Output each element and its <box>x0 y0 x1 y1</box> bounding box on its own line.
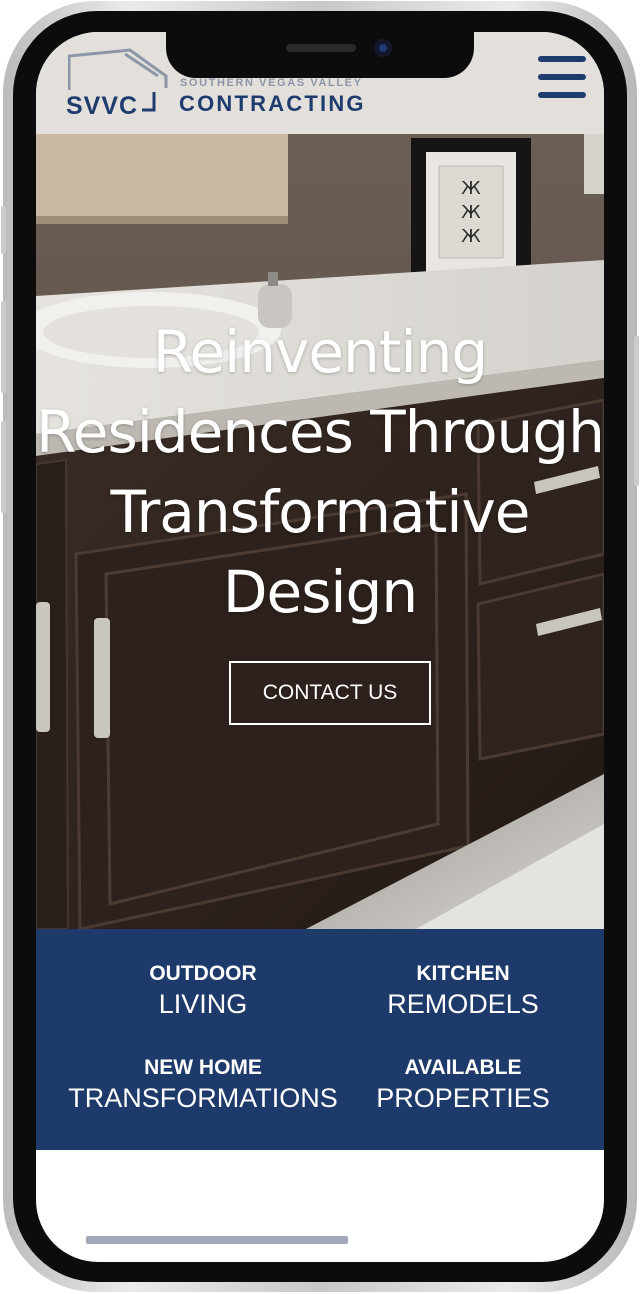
service-outdoor-living-link[interactable]: OUTDOOR LIVING <box>66 961 340 1021</box>
phone-screen: SVVC SOUTHERN VEGAS VALLEY CONTRACTING Ж… <box>36 32 604 1262</box>
service-new-home-transformations-link[interactable]: NEW HOME TRANSFORMATIONS <box>60 1055 346 1115</box>
phone-power-button <box>634 336 639 486</box>
svg-text:Ж: Ж <box>461 202 481 223</box>
service-title-bold: AVAILABLE <box>404 1056 522 1079</box>
phone-volume-down-button <box>1 421 6 513</box>
front-camera-icon <box>374 39 392 57</box>
service-title-bold: OUTDOOR <box>149 962 257 985</box>
phone-side-button <box>1 206 6 254</box>
service-title-light: TRANSFORMATIONS <box>68 1083 338 1113</box>
hero-headline-line: Transformative <box>110 478 531 546</box>
service-title-light: LIVING <box>158 989 248 1019</box>
hero-headline: Reinventing Residences Through Transform… <box>36 312 604 632</box>
hero-section: Ж Ж Ж Reinventing Residences Through Tra… <box>36 134 604 929</box>
services-section: OUTDOOR LIVING KITCHEN REMODELS NEW HOME… <box>36 929 604 1150</box>
contact-us-button[interactable]: CONTACT US <box>229 661 431 725</box>
hero-headline-line: Reinventing <box>152 318 488 386</box>
service-title-light: PROPERTIES <box>376 1083 550 1113</box>
svg-text:Ж: Ж <box>461 226 481 247</box>
service-kitchen-remodels-link[interactable]: KITCHEN REMODELS <box>336 961 590 1021</box>
service-title-light: REMODELS <box>387 989 539 1019</box>
home-indicator[interactable] <box>86 1236 348 1244</box>
logo-name: CONTRACTING <box>179 91 366 116</box>
speaker-grille <box>286 44 356 52</box>
hamburger-menu-icon[interactable] <box>534 54 590 100</box>
hero-headline-line: Design <box>222 558 418 626</box>
svg-text:Ж: Ж <box>461 178 481 199</box>
service-title-bold: NEW HOME <box>144 1056 262 1079</box>
service-title-bold: KITCHEN <box>416 962 510 985</box>
logo-mark: SVVC <box>66 92 139 120</box>
service-available-properties-link[interactable]: AVAILABLE PROPERTIES <box>336 1055 590 1115</box>
hero-headline-line: Residences Through <box>36 398 604 466</box>
phone-notch <box>166 32 474 78</box>
logo-subtitle: SOUTHERN VEGAS VALLEY <box>180 77 363 89</box>
phone-volume-up-button <box>1 301 6 393</box>
